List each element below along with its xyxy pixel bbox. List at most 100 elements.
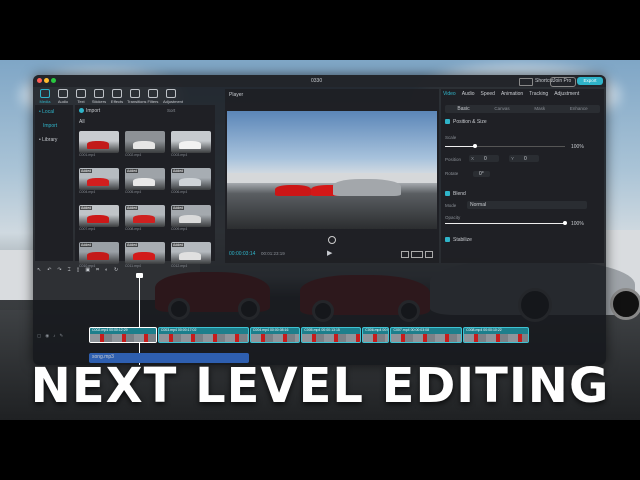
thumbnail-car (133, 141, 155, 149)
reset-view-icon[interactable] (328, 236, 336, 244)
close-window-button[interactable] (37, 78, 42, 83)
inspector-subtabs: Basic Canvas Mask Enhance (445, 105, 600, 113)
thumbnail-car (179, 178, 201, 186)
split-icon[interactable]: ⌶ (68, 267, 71, 275)
tool-tab-stickers[interactable]: Stickers (91, 89, 107, 104)
position-y-field[interactable]: Y0 (509, 155, 539, 162)
timeline-clip[interactable]: C004.mp4 00:00:08:16 (249, 327, 301, 343)
mirror-icon[interactable]: ◐ (105, 267, 108, 275)
inspector-subtab-basic[interactable]: Basic (457, 105, 469, 113)
tool-tab-label: Stickers (91, 99, 107, 104)
cover-icon[interactable]: ✎ (59, 333, 63, 341)
project-title: 0330 (311, 78, 323, 84)
player-panel: Player 00:00:03:14 00:01:23:19 ▶ (225, 89, 439, 263)
playhead-handle[interactable] (136, 273, 143, 278)
import-button[interactable]: Import (79, 108, 100, 114)
tool-tab-audio[interactable]: Audio (55, 89, 71, 104)
minimize-window-button[interactable] (44, 78, 49, 83)
media-item[interactable]: Added C008.mp4 (125, 205, 169, 236)
sidebar-local[interactable]: • Local (39, 109, 54, 115)
position-size-checkbox[interactable] (445, 119, 450, 124)
time-total: 00:01:23:19 (261, 251, 285, 256)
media-item[interactable]: Added C009.mp4 (171, 205, 215, 236)
lock-track-icon[interactable]: ▢ (37, 333, 41, 341)
stabilize-checkbox[interactable] (445, 237, 450, 242)
tool-tab-label: Text (77, 99, 85, 104)
inspector-tab-adjustment[interactable]: Adjustment (554, 91, 579, 99)
media-item[interactable]: Added C007.mp4 (79, 205, 123, 236)
inspector-subtab-canvas[interactable]: Canvas (494, 105, 509, 113)
added-badge: Added (126, 169, 139, 173)
tool-tab-text[interactable]: Text (73, 89, 89, 104)
join-pro-button[interactable]: Join Pro (553, 78, 571, 84)
timeline-clip[interactable]: C005.mp4 00:00:13:15 (301, 327, 362, 343)
fit-icon[interactable] (401, 251, 409, 258)
undo-icon[interactable]: ↶ (47, 267, 51, 275)
media-item-name: C001.mp4 (79, 153, 96, 157)
media-item[interactable]: C002.mp4 (125, 131, 169, 162)
fullscreen-icon[interactable] (425, 251, 433, 258)
position-x-field[interactable]: X0 (469, 155, 499, 162)
playhead[interactable] (139, 275, 140, 365)
rotate-value[interactable]: 0° (473, 171, 490, 177)
media-item-name: C005.mp4 (125, 190, 142, 194)
delete-icon[interactable]: ▯ (77, 267, 80, 275)
blend-mode-select[interactable]: Normal (467, 201, 587, 209)
media-item[interactable]: Added C004.mp4 (79, 168, 123, 199)
media-item[interactable]: C001.mp4 (79, 131, 123, 162)
clip-filmstrip (250, 334, 300, 342)
ratio-icon[interactable] (411, 251, 423, 258)
tool-tab-transitions[interactable]: Transitions (127, 89, 146, 104)
position-x-prefix: X (471, 156, 475, 161)
scale-slider-knob[interactable] (473, 144, 477, 148)
inspector-tab-speed[interactable]: Speed (481, 91, 495, 99)
sidebar-library[interactable]: • Library (39, 137, 57, 143)
media-item[interactable]: Added C005.mp4 (125, 168, 169, 199)
hide-track-icon[interactable]: ◉ (45, 333, 49, 341)
tool-tab-filters[interactable]: Filters (145, 89, 161, 104)
scale-value[interactable]: 100% (571, 144, 584, 150)
opacity-slider-knob[interactable] (563, 221, 567, 225)
added-badge: Added (80, 206, 93, 210)
maximize-window-button[interactable] (51, 78, 56, 83)
inspector-subtab-enhance[interactable]: Enhance (570, 105, 588, 113)
tool-tab-media[interactable]: Media (37, 89, 53, 104)
select-tool-icon[interactable]: ↖ (37, 267, 41, 275)
tool-tab-effects[interactable]: Effects (109, 89, 125, 104)
opacity-label: Opacity (445, 215, 461, 220)
filters-icon (148, 89, 158, 98)
export-button[interactable]: Export (577, 77, 603, 85)
tool-tab-label: Filters (147, 99, 159, 104)
inspector-tab-tracking[interactable]: Tracking (529, 91, 548, 99)
freeze-icon[interactable]: ▣ (85, 267, 90, 275)
mute-track-icon[interactable]: ♪ (53, 333, 55, 341)
opacity-slider[interactable] (445, 221, 567, 225)
tool-tab-label: Effects (110, 99, 124, 104)
timeline-clip[interactable]: C007.mp4 00:00:03:08 (390, 327, 463, 343)
redo-icon[interactable]: ↷ (57, 267, 61, 275)
opacity-value[interactable]: 100% (571, 221, 584, 227)
blend-checkbox[interactable] (445, 191, 450, 196)
timeline-clip[interactable]: C008.mp4 00:00:10:22 (463, 327, 529, 343)
inspector-tab-audio[interactable]: Audio (462, 91, 475, 99)
inspector-panel: Video Audio Speed Animation Tracking Adjustme… (441, 89, 604, 263)
sort-button[interactable]: Sort (167, 108, 175, 113)
media-item[interactable]: C003.mp4 (171, 131, 215, 162)
timeline-clip[interactable]: C002.mp4 00:00:12:29 (89, 327, 157, 343)
sidebar-import[interactable]: Import (43, 123, 57, 129)
rotate-icon[interactable]: ↻ (114, 267, 118, 275)
inspector-tab-animation[interactable]: Animation (501, 91, 523, 99)
timeline-clip[interactable]: C003.mp4 00:00:17:02 (157, 327, 249, 343)
tool-tab-adjustment[interactable]: Adjustment (163, 89, 183, 104)
play-icon[interactable]: ▶ (327, 249, 332, 257)
inspector-tab-video[interactable]: Video (443, 91, 456, 99)
timeline-clip[interactable]: C006.mp4 00:00:02:09 (362, 327, 390, 343)
filter-all[interactable]: All (79, 119, 85, 125)
crop-icon[interactable]: ⌗ (96, 267, 99, 275)
clip-filmstrip (464, 334, 528, 342)
player-viewport[interactable] (227, 111, 437, 229)
media-item[interactable]: Added C006.mp4 (171, 168, 215, 199)
inspector-subtab-mask[interactable]: Mask (534, 105, 545, 113)
scale-slider[interactable] (445, 144, 565, 148)
layout-icon[interactable] (519, 78, 533, 86)
